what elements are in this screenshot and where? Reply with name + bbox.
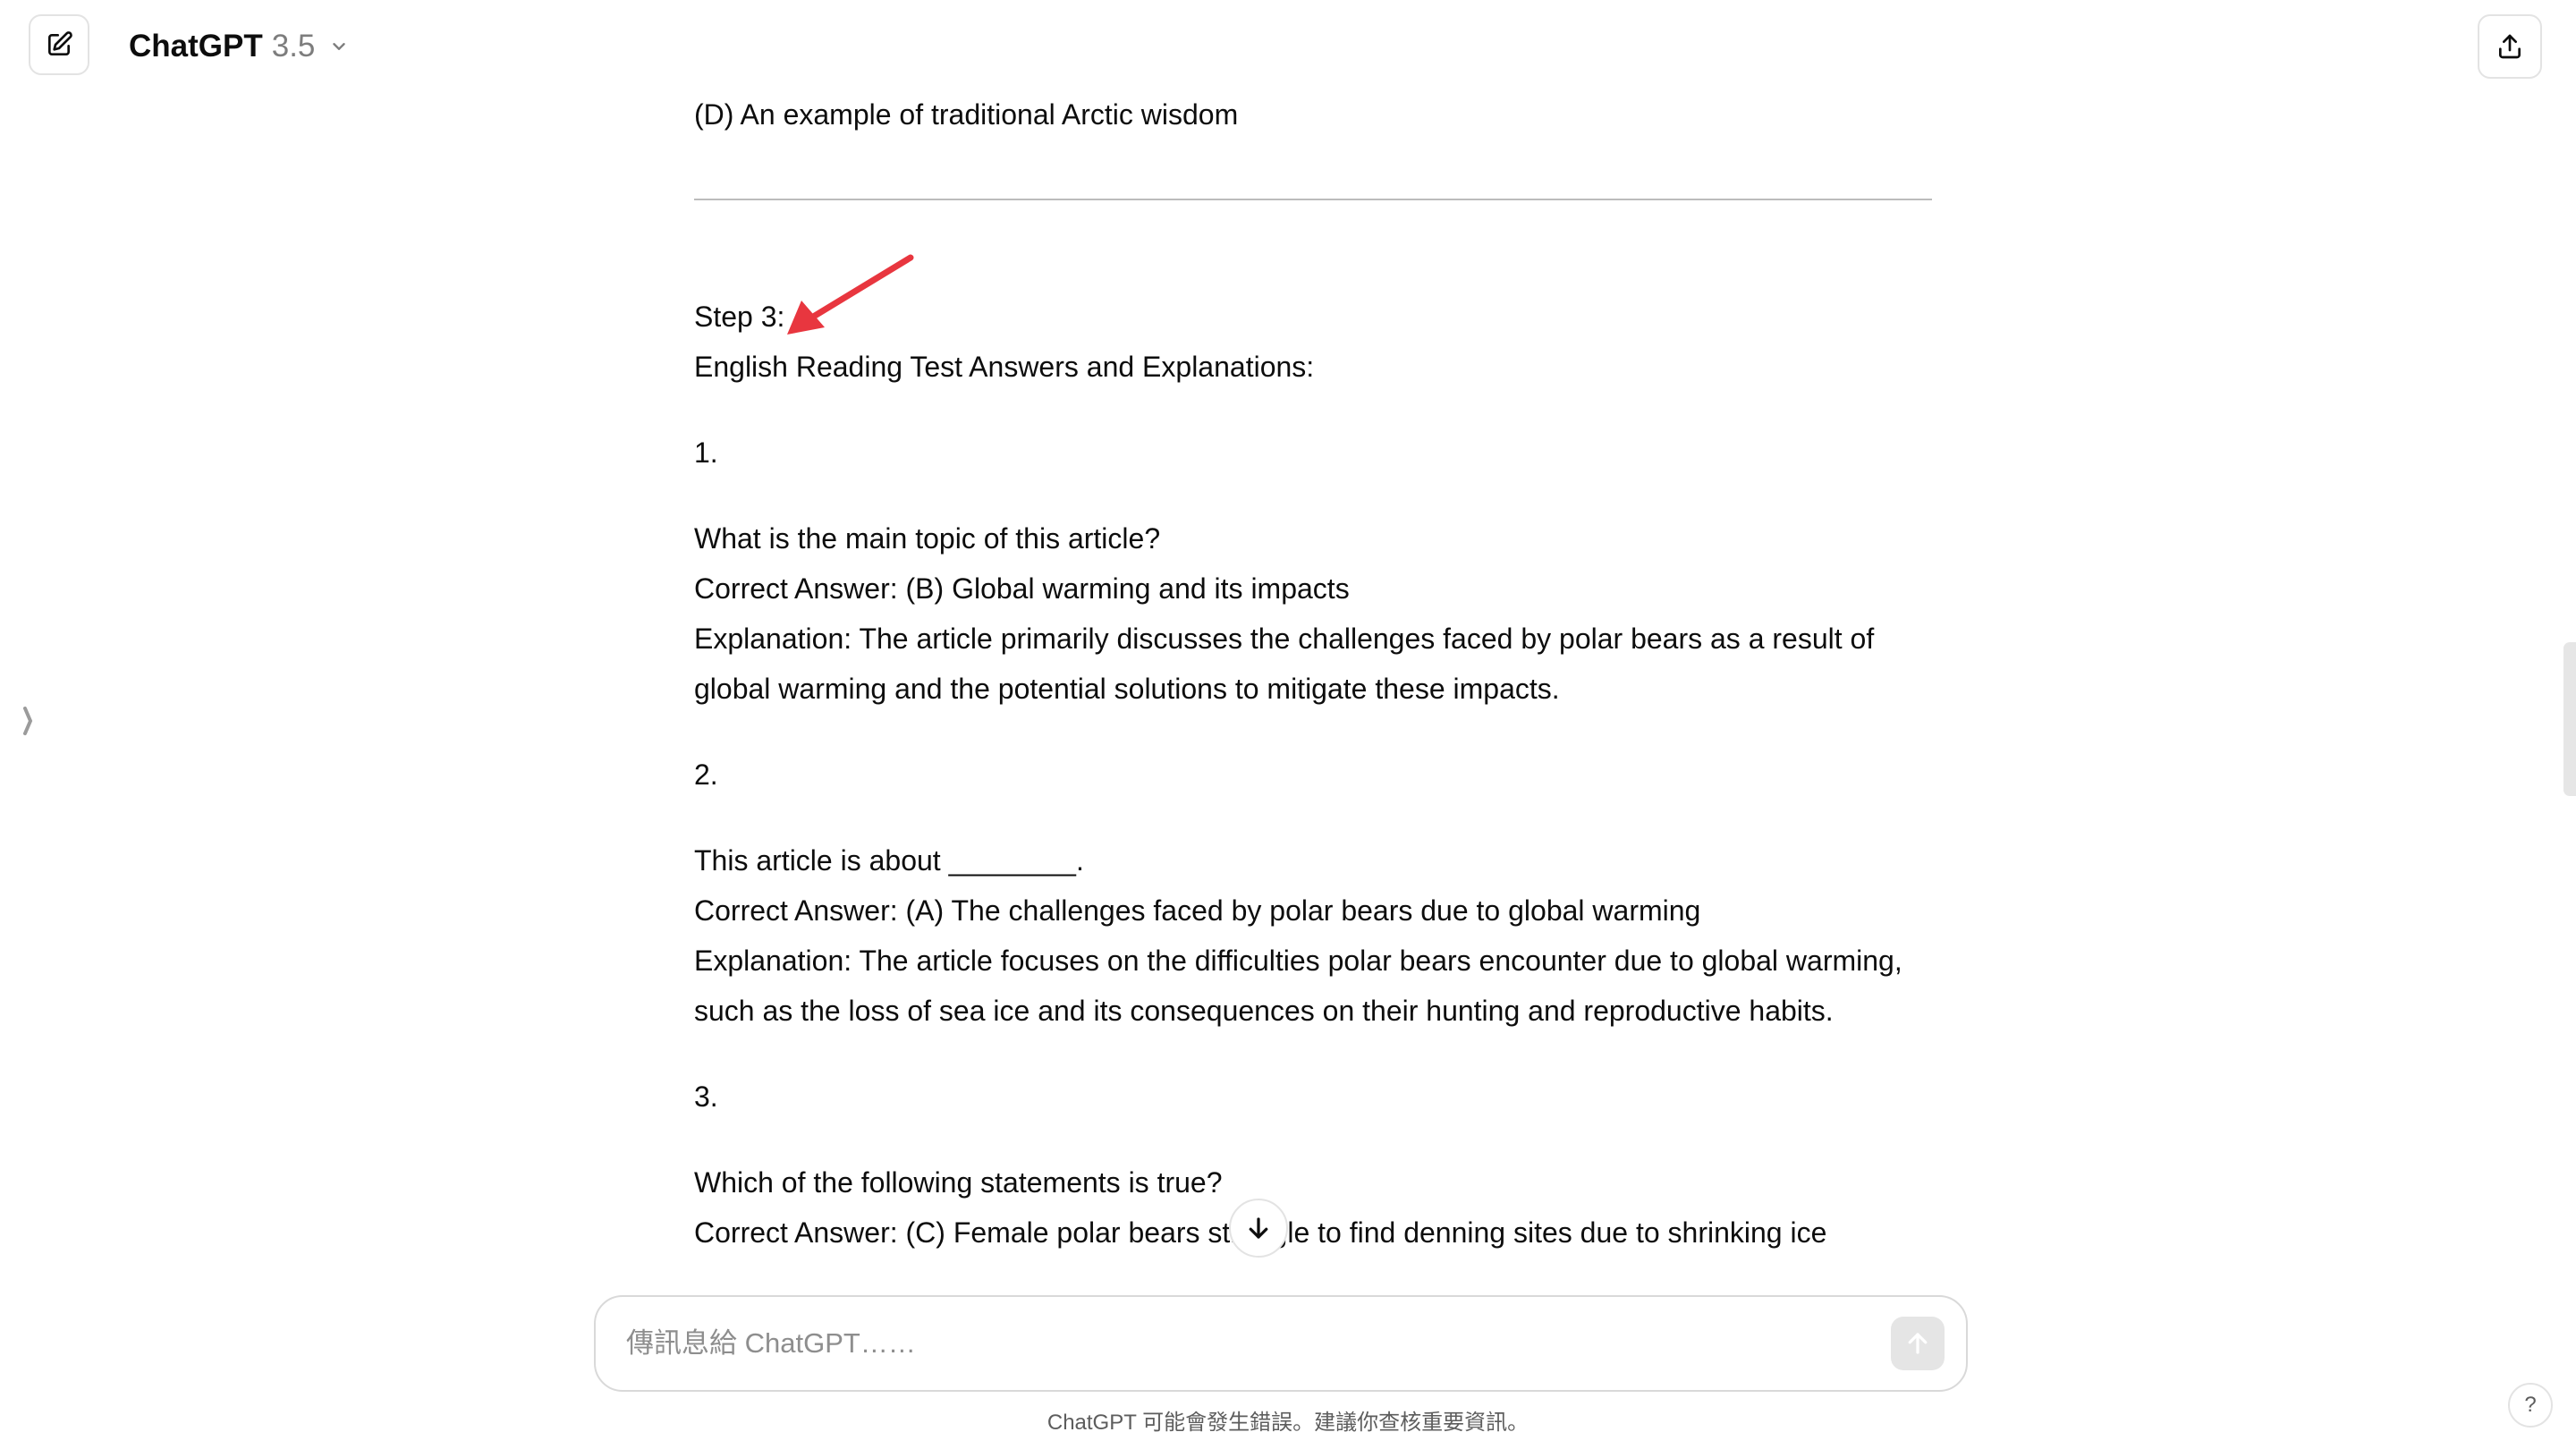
arrow-down-icon (1249, 1217, 1268, 1239)
correct-answer-text: Correct Answer: (C) Female polar bears s… (694, 1216, 1827, 1249)
send-button[interactable] (1891, 1317, 1945, 1370)
message-input[interactable] (626, 1297, 1843, 1390)
sidebar-toggle-button[interactable] (20, 703, 38, 739)
question-text: Which of the following statements is tru… (694, 1166, 1223, 1199)
chevron-down-icon (329, 37, 349, 56)
edit-icon (48, 31, 72, 55)
answer-number: 1. (694, 436, 718, 469)
share-button[interactable] (2478, 14, 2542, 79)
model-name: ChatGPT (129, 29, 263, 64)
answer-item: 3. Which of the following statements is … (694, 1072, 1932, 1258)
share-icon (2499, 34, 2521, 59)
explanation-text: Explanation: The article focuses on the … (694, 945, 1902, 1027)
scrollbar-thumb[interactable] (2563, 642, 2576, 796)
answer-number: 3. (694, 1080, 718, 1113)
arrow-up-icon (1908, 1333, 1928, 1354)
help-label: ? (2524, 1393, 2537, 1417)
correct-answer-text: Correct Answer: (A) The challenges faced… (694, 894, 1701, 927)
model-version: 3.5 (271, 29, 316, 64)
answer-list: 1. What is the main topic of this articl… (694, 428, 1932, 1258)
annotation-arrow-icon (787, 254, 914, 335)
scroll-to-bottom-button[interactable] (1229, 1199, 1288, 1258)
help-button[interactable]: ? (2508, 1383, 2553, 1428)
chevron-right-icon (23, 707, 33, 735)
section-title: English Reading Test Answers and Explana… (694, 351, 1315, 383)
model-selector[interactable]: ChatGPT 3.5 (129, 21, 349, 72)
question-text: What is the main topic of this article? (694, 522, 1161, 555)
explanation-text: Explanation: The article primarily discu… (694, 623, 1875, 705)
chatgpt-window: ChatGPT 3.5 (D) An example of traditiona… (0, 0, 2576, 1449)
option-d-text: (D) An example of traditional Arctic wis… (694, 98, 1239, 131)
answer-item: 2. This article is about ________. Corre… (694, 750, 1932, 1072)
answer-number: 2. (694, 758, 718, 791)
question-text: This article is about ________. (694, 844, 1084, 877)
disclaimer-text: ChatGPT 可能會發生錯誤。建議你查核重要資訊。 (1046, 1411, 1530, 1435)
answer-item: 1. What is the main topic of this articl… (694, 428, 1932, 750)
new-chat-button[interactable] (29, 14, 89, 75)
message-composer (594, 1295, 1968, 1392)
correct-answer-text: Correct Answer: (B) Global warming and i… (694, 572, 1350, 605)
